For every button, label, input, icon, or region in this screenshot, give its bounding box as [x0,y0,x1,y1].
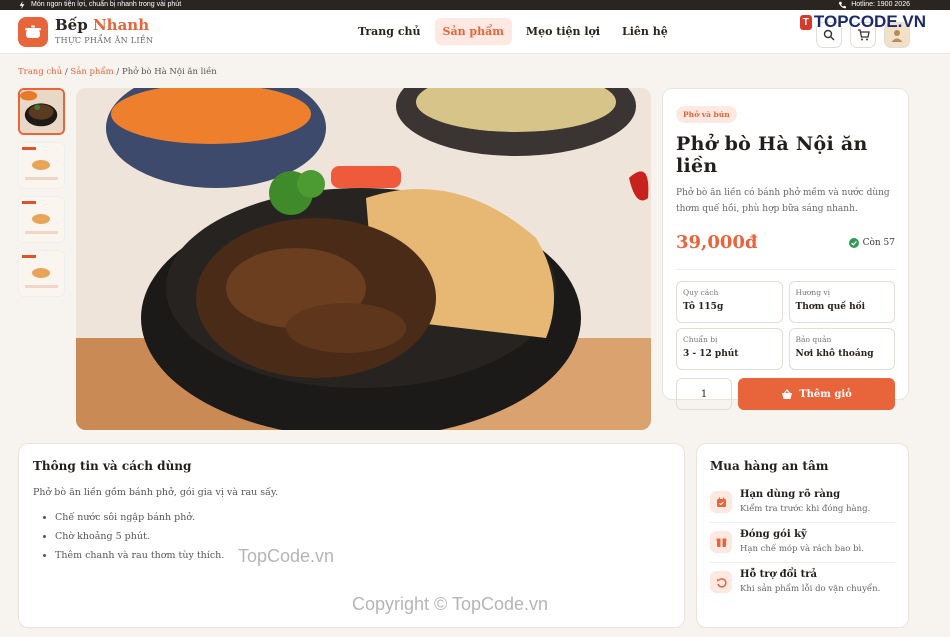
main-product-image [76,88,651,430]
spec-label: Quy cách [683,288,719,297]
thumbnail-card-image [19,143,64,188]
thumbnail-2[interactable] [18,142,65,189]
spec-label: Chuẩn bị [683,335,718,344]
watermark-logo-badge: T [799,14,812,30]
watermark-logo-text: TOPCODE.VN [813,12,926,31]
topbar-right: Hotline: 1900 2026 [838,0,910,10]
breadcrumb-separator: / [113,67,122,77]
return-icon [710,571,732,593]
check-circle-icon [848,237,859,248]
product-photo [76,88,651,430]
nav-item-contact[interactable]: Liên hệ [614,18,676,45]
topbar-tagline: Món ngon tiện lợi, chuẩn bị nhanh trong … [31,1,182,8]
spec-label: Bảo quản [795,335,832,344]
usage-info-section: Thông tin và cách dùng Phở bò ăn liền gồ… [18,443,685,628]
safe-item-desc: Hạn chế móp và rách bao bì. [740,544,864,554]
product-price: 39,000đ [676,232,758,253]
list-item: Hạn dùng rõ ràng Kiểm tra trước khi đóng… [710,483,895,523]
stock-text: Còn 57 [862,237,895,248]
safe-title: Mua hàng an tâm [710,459,829,473]
calendar-icon [710,491,732,513]
list-item: Chờ khoảng 5 phút. [55,531,670,542]
safe-item-desc: Kiểm tra trước khi đóng hàng. [740,504,871,514]
breadcrumb-category[interactable]: Sản phẩm [70,67,113,77]
brand-subtitle: THỰC PHẨM ĂN LIỀN [55,36,154,45]
add-to-cart-label: Thêm giỏ [799,388,852,400]
topbar-left: Món ngon tiện lợi, chuẩn bị nhanh trong … [18,0,181,10]
thumbnail-4[interactable] [18,250,65,297]
nav-item-home[interactable]: Trang chủ [350,18,429,45]
breadcrumb-current: Phở bò Hà Nội ăn liền [121,67,217,77]
list-item: Thêm chanh và rau thơm tùy thích. [55,550,670,561]
product-description: Phở bò ăn liền có bánh phở mềm và nước d… [676,188,890,214]
thumbnail-gallery [18,88,65,297]
safe-item-desc: Khi sản phẩm lỗi do vận chuyển. [740,584,881,594]
top-announcement-bar: Món ngon tiện lợi, chuẩn bị nhanh trong … [0,0,950,10]
package-icon [710,531,732,553]
watermark-logo: T TOPCODE.VN [799,12,926,32]
add-to-cart-button[interactable]: Thêm giỏ [738,378,895,410]
brand-name: Bếp Nhanh [55,18,153,33]
hotline-text[interactable]: Hotline: 1900 2026 [851,0,910,10]
spec-card: Bảo quản Nơi khô thoáng [788,328,895,370]
safe-item-title: Hỗ trợ đổi trả [740,569,817,580]
category-tag[interactable]: Phở và bún [676,106,737,123]
thumbnail-1[interactable] [18,88,65,135]
spec-value: Tô 115g [683,302,724,312]
usage-title: Thông tin và cách dùng [33,459,192,473]
thumbnail-food-image [20,90,63,133]
main-nav: Trang chủ Sản phẩm Mẹo tiện lợi Liên hệ [350,18,676,45]
brand-text[interactable]: Bếp Nhanh THỰC PHẨM ĂN LIỀN [55,18,153,45]
spec-card: Quy cách Tô 115g [676,281,783,323]
safe-item-title: Hạn dùng rõ ràng [740,489,841,500]
safe-item-title: Đóng gói kỹ [740,529,807,540]
quantity-input[interactable]: 1 [676,378,732,410]
spec-value: Thơm quế hồi [795,302,866,312]
logo[interactable] [18,16,48,47]
spec-card: Hương vị Thơm quế hồi [788,281,895,323]
spec-value: Nơi khô thoáng [795,349,874,359]
nav-item-products[interactable]: Sản phẩm [434,18,512,45]
list-item: Hỗ trợ đổi trả Khi sản phẩm lỗi do vận c… [710,563,895,602]
spec-grid: Quy cách Tô 115g Hương vị Thơm quế hồi C… [676,281,895,370]
safe-shopping-section: Mua hàng an tâm Hạn dùng rõ ràng Kiểm tr… [696,443,909,628]
thumbnail-card-image [19,251,64,296]
spec-card: Chuẩn bị 3 - 12 phút [676,328,783,370]
list-item: Đóng gói kỹ Hạn chế móp và rách bao bì. [710,523,895,563]
price-row: 39,000đ Còn 57 [676,232,895,270]
stock-status: Còn 57 [848,237,895,248]
list-item: Chế nước sôi ngập bánh phở. [55,512,670,523]
product-title: Phở bò Hà Nội ăn liền [676,133,868,177]
spec-label: Hương vị [795,288,831,297]
product-info-panel: Phở và bún Phở bò Hà Nội ăn liền Phở bò … [662,88,909,410]
pot-icon [25,25,41,38]
safe-list: Hạn dùng rõ ràng Kiểm tra trước khi đóng… [710,483,895,602]
thumbnail-3[interactable] [18,196,65,243]
brand-name-part2: Nhanh [92,16,150,34]
usage-paragraph: Phở bò ăn liền gồm bánh phở, gói gia vị … [33,487,279,498]
spec-value: 3 - 12 phút [683,349,739,359]
breadcrumb-home[interactable]: Trang chủ [18,67,62,77]
breadcrumb: Trang chủ / Sản phẩm / Phở bò Hà Nội ăn … [18,67,217,77]
basket-icon [782,388,793,399]
bolt-icon [19,1,25,9]
usage-steps: Chế nước sôi ngập bánh phở. Chờ khoảng 5… [33,512,670,561]
nav-item-tips[interactable]: Mẹo tiện lợi [518,18,608,45]
purchase-row: 1 Thêm giỏ [676,378,895,410]
thumbnail-card-image [19,197,64,242]
site-header: Bếp Nhanh THỰC PHẨM ĂN LIỀN Trang chủ Sả… [0,10,950,54]
phone-icon [839,1,847,9]
brand-name-part1: Bếp [55,16,88,34]
